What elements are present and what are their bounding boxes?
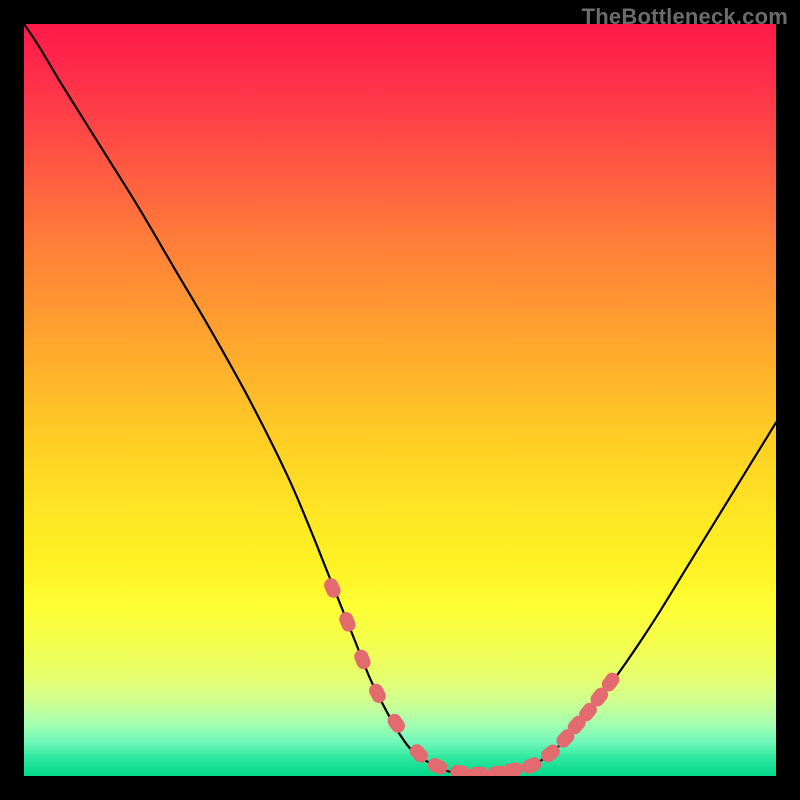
chart-container: TheBottleneck.com (0, 0, 800, 800)
bottleneck-curve (24, 24, 776, 774)
highlight-dot (449, 764, 471, 776)
highlight-dot (322, 576, 343, 600)
highlight-dot (502, 761, 525, 776)
highlight-dot (367, 681, 389, 705)
highlight-dot (426, 756, 450, 776)
plot-area (24, 24, 776, 776)
highlight-dot (337, 610, 358, 634)
highlight-dot (352, 648, 373, 672)
highlight-dots (322, 576, 622, 776)
highlight-dot (469, 767, 489, 776)
chart-svg (24, 24, 776, 776)
highlight-dot (520, 755, 544, 776)
